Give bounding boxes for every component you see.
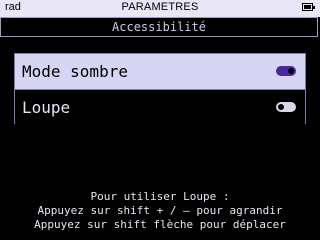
status-bar: rad PARAMETRES xyxy=(0,0,320,17)
section-title: Accessibilité xyxy=(112,20,206,34)
setting-row-dark-mode[interactable]: Mode sombre xyxy=(15,54,305,89)
magnifier-toggle[interactable] xyxy=(276,102,296,112)
help-line-3: Appuyez sur shift flèche pour déplacer xyxy=(34,218,286,231)
setting-label: Mode sombre xyxy=(22,62,128,81)
setting-row-magnifier[interactable]: Loupe xyxy=(15,89,305,124)
toggle-knob xyxy=(278,104,284,110)
help-text: Pour utiliser Loupe : Appuyez sur shift … xyxy=(0,190,320,232)
dark-mode-toggle[interactable] xyxy=(276,66,296,76)
help-line-2: Appuyez sur shift + / – pour agrandir xyxy=(37,204,283,217)
help-line-1: Pour utiliser Loupe : xyxy=(90,190,230,203)
settings-list: Mode sombre Loupe xyxy=(14,53,306,124)
status-title: PARAMETRES xyxy=(121,1,199,13)
setting-label: Loupe xyxy=(22,98,71,117)
section-header: Accessibilité xyxy=(0,17,318,37)
battery-icon xyxy=(302,3,315,11)
toggle-knob xyxy=(288,68,294,74)
